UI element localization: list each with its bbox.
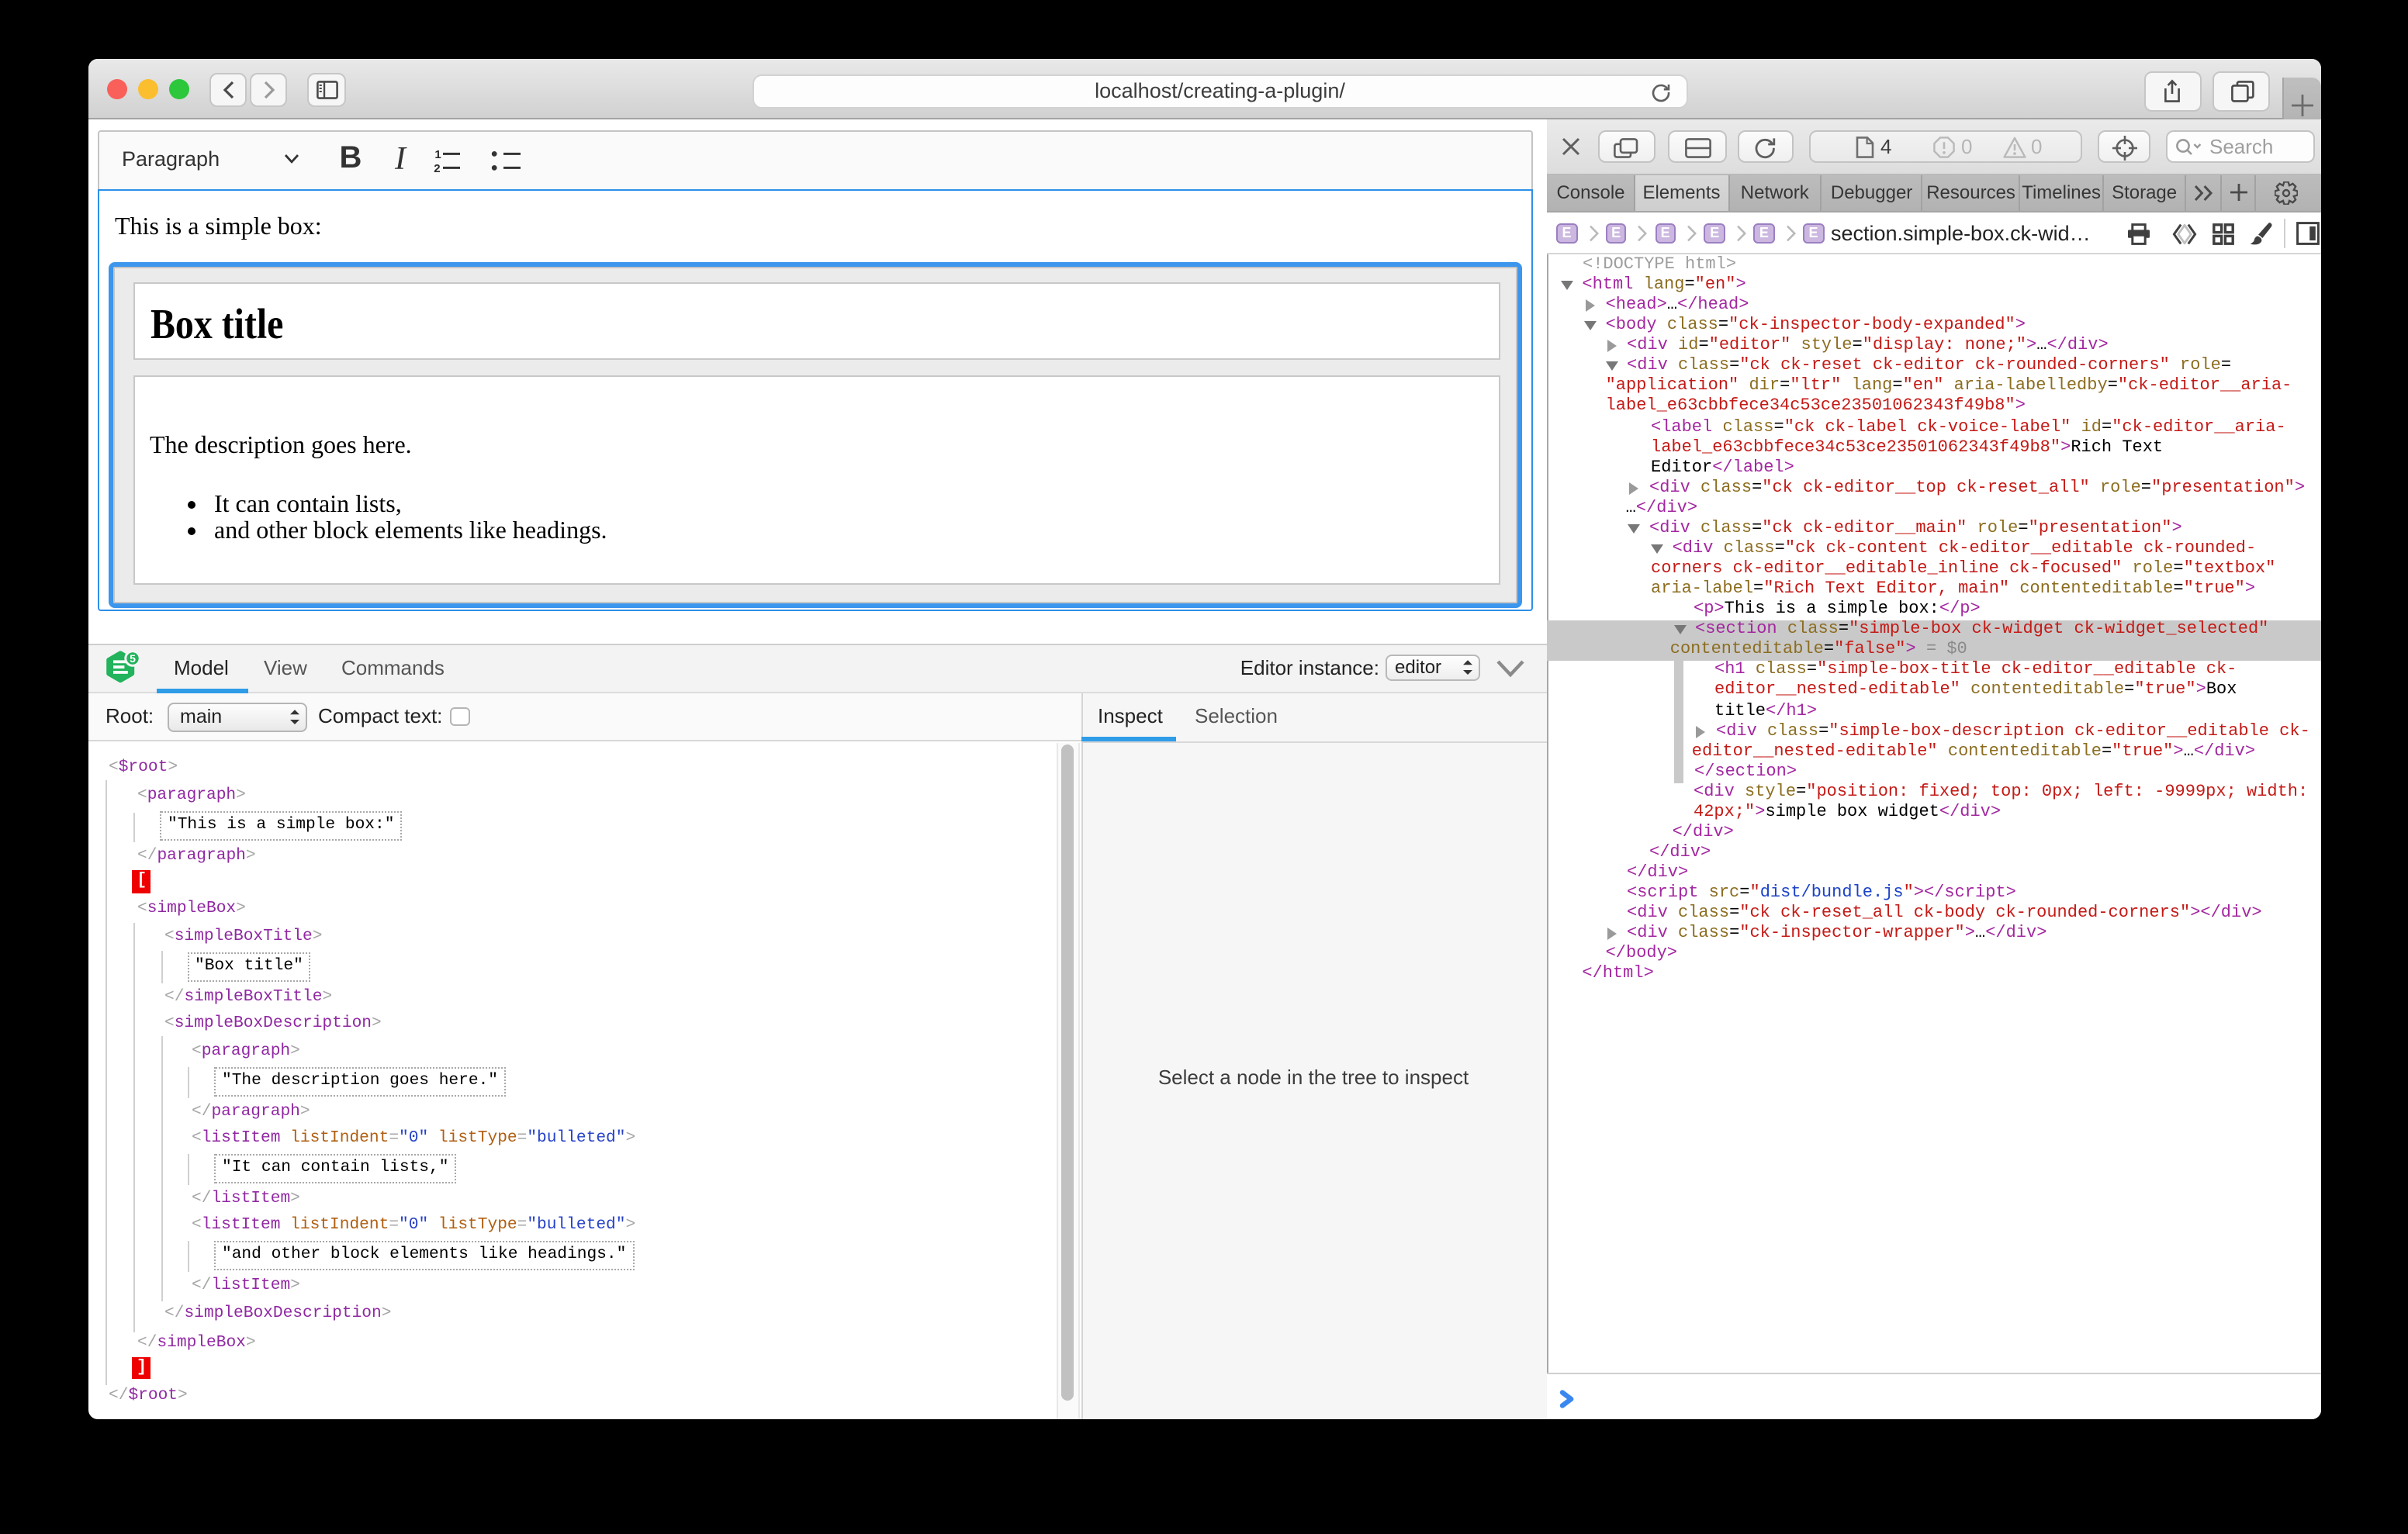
svg-text:1: 1 — [434, 147, 441, 161]
svg-text:2: 2 — [434, 161, 440, 173]
svg-text:5: 5 — [129, 651, 135, 664]
